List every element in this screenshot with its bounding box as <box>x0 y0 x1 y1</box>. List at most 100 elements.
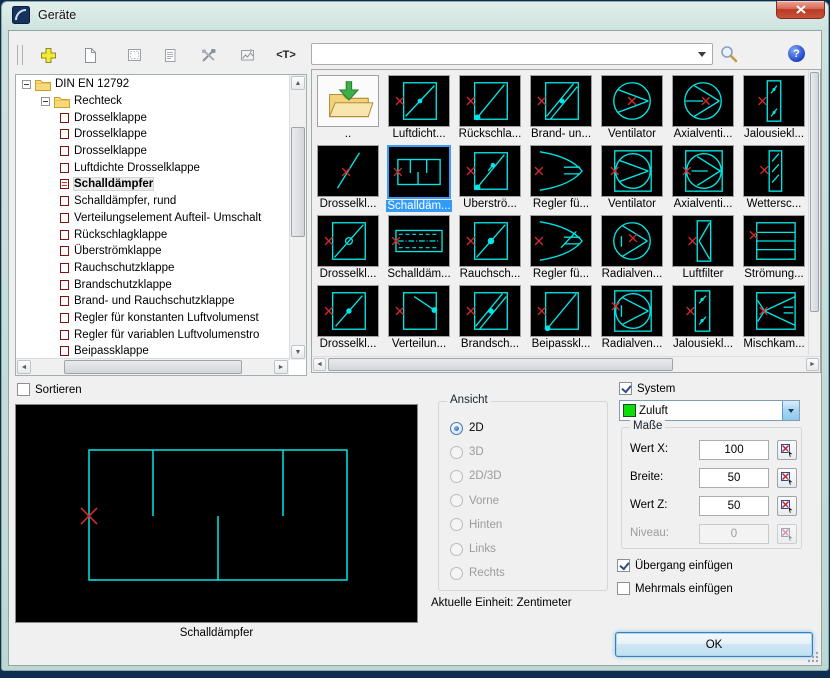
search-button[interactable] <box>719 44 739 64</box>
grid-item-rauchschutzklappe[interactable]: Rauchsch... <box>457 215 523 283</box>
grid-item-luftfilter[interactable]: Luftfilter <box>670 215 736 283</box>
grid-item-stroemungsgleichrichter[interactable]: Strömung... <box>741 215 807 283</box>
scroll-left-arrow[interactable]: ◄ <box>17 360 31 374</box>
grid-item-drosselklappe-kreis[interactable]: Drosselkl... <box>315 215 381 283</box>
scrollbar-thumb[interactable] <box>291 127 305 237</box>
scroll-right-arrow[interactable]: ► <box>806 358 819 371</box>
tree-item[interactable]: Verteilungselement Aufteil- Umschalt <box>16 210 289 227</box>
grid-item-ventilator-eckig[interactable]: Ventilator <box>599 145 665 213</box>
grid-item-rueckschlagklappe[interactable]: Rückschla... <box>457 75 523 143</box>
text-tag-button[interactable]: <T> <box>274 43 298 67</box>
grid-item-beipassklappe[interactable]: Beipasskl... <box>528 285 594 353</box>
scrollbar-thumb[interactable] <box>328 358 673 371</box>
tree-item[interactable]: Rückschlagklappe <box>16 226 289 243</box>
help-button[interactable]: ? <box>788 45 805 62</box>
combo-dropdown-button[interactable] <box>782 401 799 420</box>
scroll-left-arrow[interactable]: ◄ <box>313 358 326 371</box>
add-button[interactable] <box>36 43 60 67</box>
tree-item[interactable]: DIN EN 12792 <box>16 76 289 93</box>
tree-item[interactable]: Beipassklappe <box>16 343 289 358</box>
pick-point-icon <box>780 527 795 542</box>
properties-button[interactable] <box>235 43 259 67</box>
checkbox-box[interactable] <box>17 383 30 396</box>
close-button[interactable] <box>776 1 825 19</box>
tree-item[interactable]: Schalldämpfer, rund <box>16 193 289 210</box>
tree-item[interactable]: Rauchschutzklappe <box>16 260 289 277</box>
grid-item-schalldaempfer[interactable]: Schalldäm... <box>386 145 452 213</box>
radio-rechts: Rechts <box>450 565 505 581</box>
tree-item[interactable]: Luftdichte Drosselklappe <box>16 159 289 176</box>
resize-grip-icon[interactable] <box>807 651 819 663</box>
system-combobox[interactable]: Zuluft <box>619 400 800 421</box>
mehrmals-checkbox[interactable]: Mehrmals einfügen <box>617 582 733 595</box>
chevron-down-icon[interactable] <box>698 52 706 61</box>
system-checkbox[interactable]: System <box>619 382 675 395</box>
grid-item-ueberstroemklappe[interactable]: Überströ... <box>457 145 523 213</box>
pick-point-button[interactable] <box>777 468 797 488</box>
grid-item-mischkammer[interactable]: Mischkam... <box>741 285 807 353</box>
grid-item-brand-und-rauchschutzklappe[interactable]: Brand- un... <box>528 75 594 143</box>
tree-item[interactable]: Brand- und Rauchschutzklappe <box>16 293 289 310</box>
grid-item-jalousieklappe-eckig[interactable]: Jalousiekl... <box>670 285 736 353</box>
grid-item-schalldaempfer-kulisse[interactable]: Schalldäm... <box>386 215 452 283</box>
grid-item-brandschutzklappe[interactable]: Brandsch... <box>457 285 523 353</box>
scrollbar-thumb[interactable] <box>64 360 242 374</box>
tools-button[interactable] <box>196 43 220 67</box>
preview-canvas[interactable] <box>15 404 418 623</box>
grid-item-jalousieklappe-hoch[interactable]: Jalousiekl... <box>741 75 807 143</box>
wert-z-input[interactable] <box>699 496 769 516</box>
tree-item[interactable]: Regler für konstanten Luftvolumenst <box>16 310 289 327</box>
radio-2d[interactable]: 2D <box>450 420 484 436</box>
tree-item[interactable]: Brandschutzklappe <box>16 276 289 293</box>
pick-point-button[interactable] <box>777 440 797 460</box>
grid-item-regler-luftvolumenstrom[interactable]: Regler fü... <box>528 145 594 213</box>
grid-item-radialventilator-eckig[interactable]: Radialven... <box>599 285 665 353</box>
scroll-down-arrow[interactable]: ▼ <box>291 345 305 359</box>
wert-x-input[interactable] <box>699 440 769 460</box>
ok-button[interactable]: OK <box>615 632 813 657</box>
tree-item[interactable]: Schalldämpfer <box>16 176 289 193</box>
tree-item[interactable]: Überströmklappe <box>16 243 289 260</box>
checkbox-box[interactable] <box>617 582 630 595</box>
tree-vertical-scrollbar[interactable]: ▲ ▼ <box>289 75 306 360</box>
grid-item-folder-up[interactable]: .. <box>315 75 381 143</box>
form-button[interactable] <box>122 43 146 67</box>
grid-item-luftdichte-drosselklappe[interactable]: Luftdicht... <box>386 75 452 143</box>
radio-button[interactable] <box>450 422 463 435</box>
tree-item[interactable]: Drosselklappe <box>16 109 289 126</box>
grid-item-regler-luftvolumenstrom-2[interactable]: Regler fü... <box>528 215 594 283</box>
radio-label: Hinten <box>469 519 502 531</box>
scrollbar-thumb[interactable] <box>810 72 819 312</box>
tree-expander-minus[interactable] <box>41 97 50 106</box>
sortieren-checkbox[interactable]: Sortieren <box>17 383 82 396</box>
uebergang-checkbox[interactable]: Übergang einfügen <box>617 559 733 572</box>
grid-item-ventilator-rund[interactable]: Ventilator <box>599 75 665 143</box>
checkbox-box[interactable] <box>619 382 632 395</box>
titlebar[interactable]: Geräte <box>0 0 830 30</box>
list-button[interactable] <box>158 43 182 67</box>
breite-input[interactable] <box>699 468 769 488</box>
tree-expander-minus[interactable] <box>22 80 31 89</box>
scroll-right-arrow[interactable]: ► <box>274 360 288 374</box>
new-item-button[interactable] <box>78 43 102 67</box>
grid-item-radialventilator-rund[interactable]: Radialven... <box>599 215 665 283</box>
pick-point-button[interactable] <box>777 496 797 516</box>
grid-item-drosselklappe-linie[interactable]: Drosselkl... <box>315 145 381 213</box>
tree-item[interactable]: Regler für variablen Luftvolumenstro <box>16 326 289 343</box>
ansicht-group-label: Ansicht <box>447 394 491 406</box>
grid-horizontal-scrollbar[interactable]: ◄ ► <box>312 356 820 372</box>
grid-item-axialventilator-rund[interactable]: Axialventi... <box>670 75 736 143</box>
grid-vertical-scrollbar[interactable] <box>808 70 820 355</box>
tree-item[interactable]: Drosselklappe <box>16 143 289 160</box>
grid-item-verteilungselement[interactable]: Verteilun... <box>386 285 452 353</box>
checkbox-box[interactable] <box>617 559 630 572</box>
grid-item-wetterschutzgitter[interactable]: Wettersc... <box>741 145 807 213</box>
toolbar-grip[interactable] <box>17 45 23 65</box>
grid-item-axialventilator-eckig[interactable]: Axialventi... <box>670 145 736 213</box>
tree-item[interactable]: Rechteck <box>16 93 289 110</box>
tree-item[interactable]: Drosselklappe <box>16 126 289 143</box>
grid-item-drosselklappe-punkt[interactable]: Drosselkl... <box>315 285 381 353</box>
tree-horizontal-scrollbar[interactable]: ◄ ► <box>16 358 289 375</box>
scroll-up-arrow[interactable]: ▲ <box>291 76 305 90</box>
search-combobox[interactable] <box>311 43 713 65</box>
